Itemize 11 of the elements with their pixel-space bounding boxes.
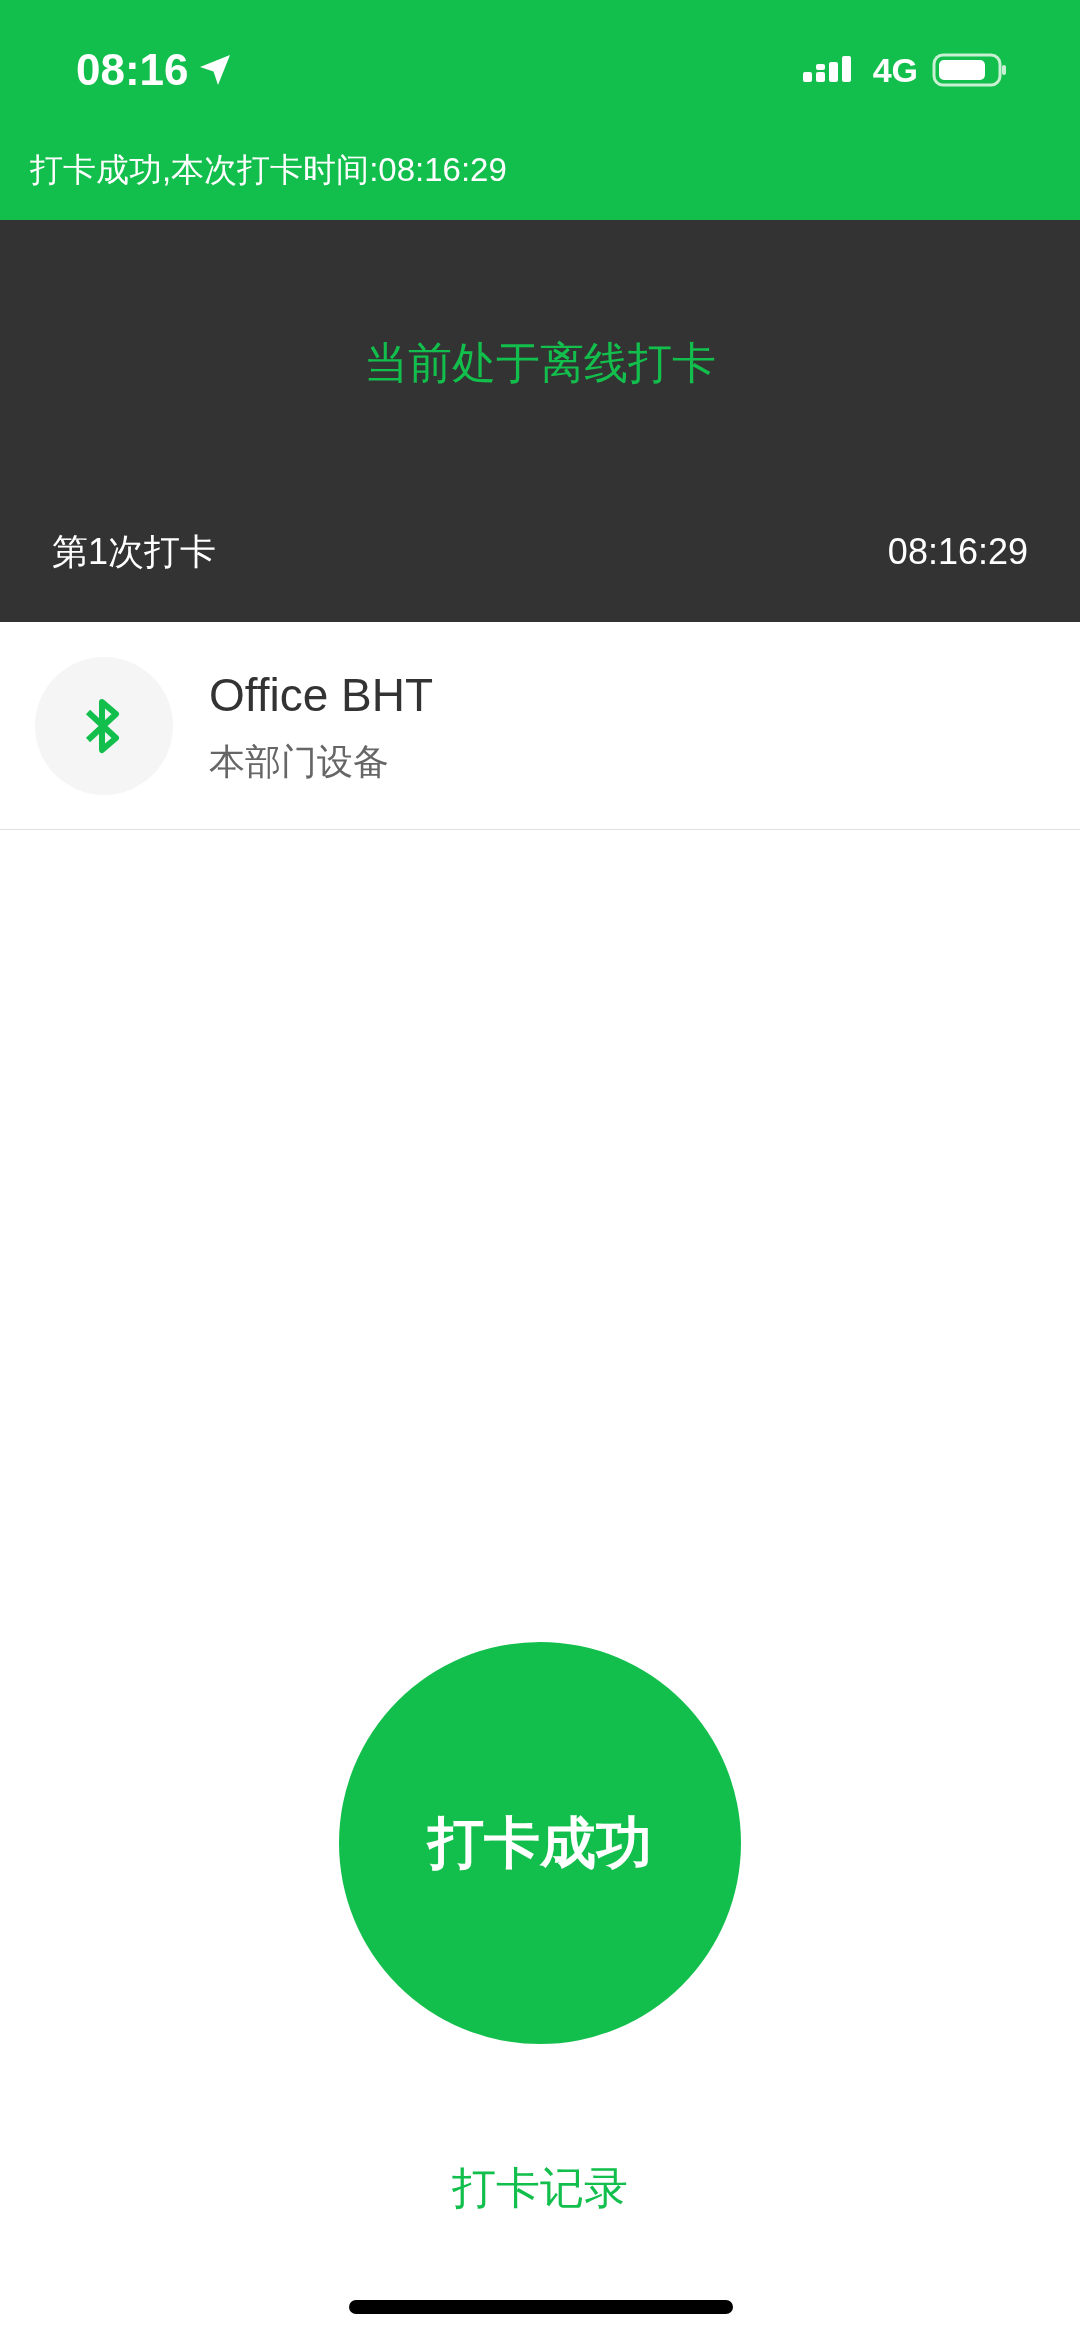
device-subtitle: 本部门设备 <box>209 739 390 784</box>
notification-text: 打卡成功,本次打卡时间:08:16:29 <box>30 150 507 191</box>
punch-button[interactable]: 打卡成功 <box>339 1642 741 2044</box>
punch-count-label: 第1次打卡 <box>52 530 217 574</box>
records-link[interactable]: 打卡记录 <box>452 2155 628 2221</box>
battery-icon <box>932 52 1008 88</box>
network-label: 4G <box>872 49 918 91</box>
device-name: Office BHT <box>209 668 434 724</box>
status-time: 08:16 <box>76 44 189 96</box>
offline-status-text: 当前处于离线打卡 <box>364 337 716 389</box>
punch-time: 08:16:29 <box>887 530 1028 574</box>
